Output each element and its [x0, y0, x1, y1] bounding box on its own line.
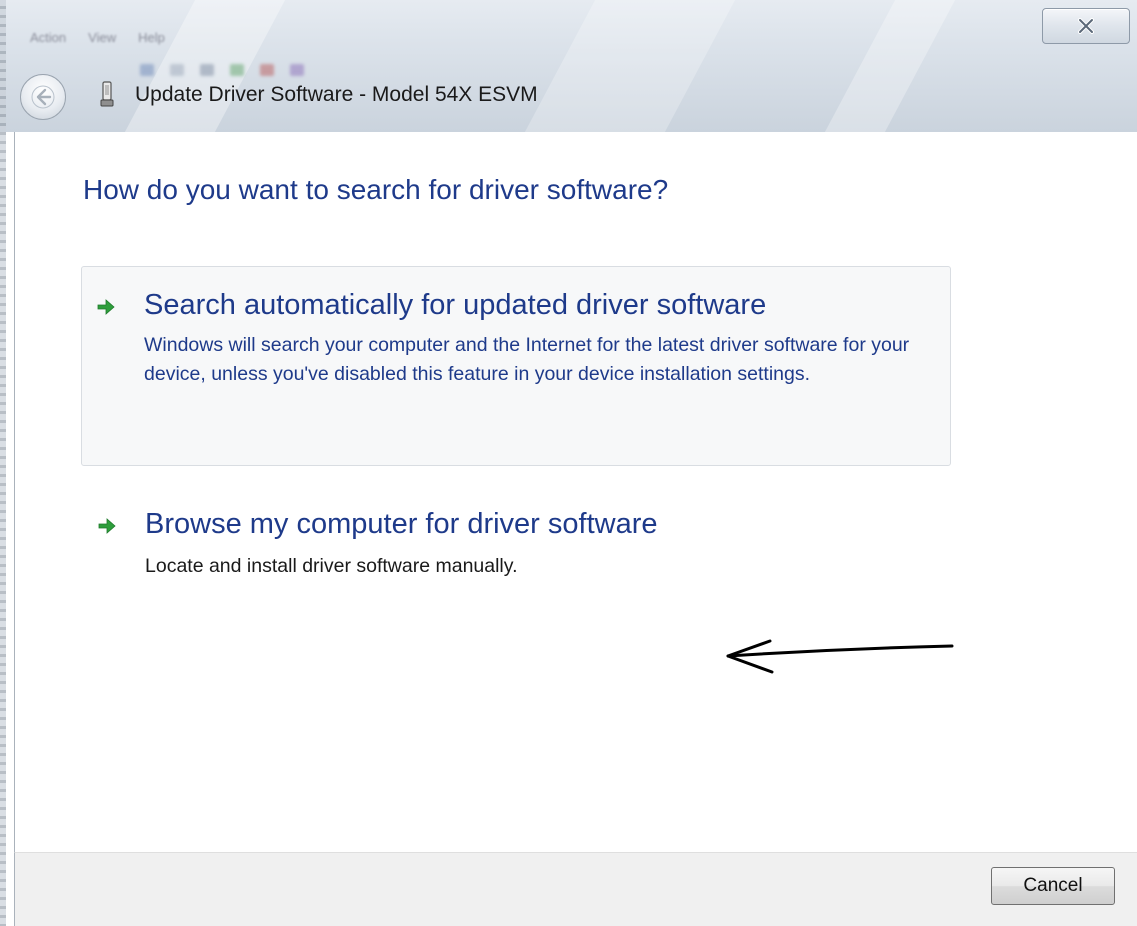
screenshot: Action View Help Update Driver Software … — [0, 0, 1137, 926]
background-toolbar — [140, 64, 304, 76]
back-button[interactable] — [20, 74, 66, 120]
window-title: Update Driver Software - Model 54X ESVM — [135, 83, 538, 106]
hand-drawn-arrow — [726, 639, 954, 674]
background-menu-help: Help — [138, 30, 165, 45]
option-browse-computer-title[interactable]: Browse my computer for driver software — [145, 508, 657, 541]
wizard-footer: Cancel — [14, 852, 1137, 926]
background-window-edge — [0, 0, 6, 926]
back-arrow-icon — [31, 85, 55, 109]
close-button[interactable] — [1042, 8, 1130, 44]
option-browse-computer-description: Locate and install driver software manua… — [145, 555, 518, 577]
wizard-content: How do you want to search for driver sof… — [14, 132, 1137, 852]
background-menu-view: View — [88, 30, 117, 45]
option-search-automatically[interactable]: Search automatically for updated driver … — [81, 266, 951, 466]
window-chrome: Action View Help — [0, 0, 1137, 132]
green-arrow-icon — [98, 518, 116, 534]
device-icon — [100, 81, 114, 107]
wizard-instruction: How do you want to search for driver sof… — [83, 174, 669, 205]
cancel-button[interactable]: Cancel — [991, 867, 1115, 905]
close-icon — [1078, 18, 1094, 34]
background-menu-bar: Action View Help — [30, 30, 165, 52]
option-search-automatically-title: Search automatically for updated driver … — [144, 289, 767, 321]
background-menu-action: Action — [30, 30, 67, 45]
green-arrow-icon — [97, 299, 115, 315]
option-search-automatically-description: Windows will search your computer and th… — [144, 334, 910, 385]
